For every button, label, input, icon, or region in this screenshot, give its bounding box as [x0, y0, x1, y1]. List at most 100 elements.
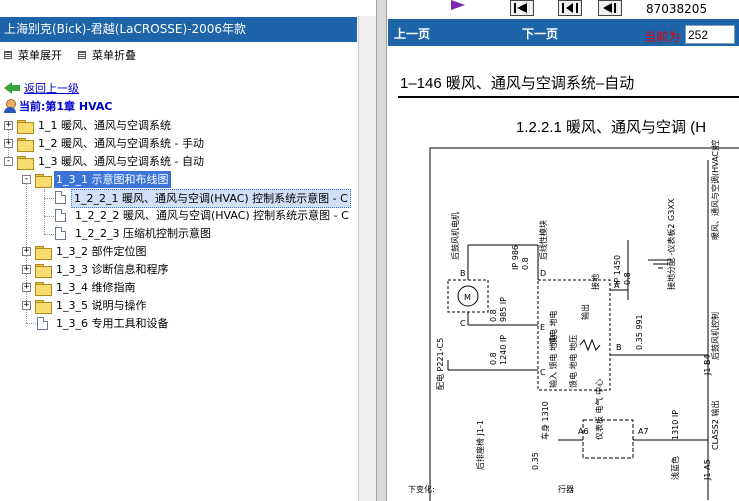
back-arrow-icon [4, 82, 20, 94]
tree-node-label[interactable]: 1_3_4 维修指南 [54, 279, 138, 296]
wire-label: 1240 IP [499, 335, 508, 365]
feed-label: 馈电 地电 地压 [568, 335, 578, 388]
pin-letter: C [460, 319, 466, 328]
left-scrollbar[interactable] [358, 16, 376, 501]
current-page-label: 当前为 [644, 30, 681, 44]
folder-icon [17, 120, 34, 134]
folder-icon [35, 300, 52, 314]
back-to-parent-link[interactable]: 返回上一级 [24, 80, 79, 96]
tree-node-label[interactable]: 1_2_2_1 暖风、通风与空调(HVAC) 控制系统示意图 - C [71, 189, 351, 208]
resistor [579, 338, 601, 352]
pin-label: A7 [638, 427, 649, 436]
tree-node-label[interactable]: 1_2_2_3 压缩机控制示意图 [73, 225, 213, 242]
tree-node-label[interactable]: 1_3_3 诊断信息和程序 [54, 261, 171, 278]
expand-toggle[interactable]: + [4, 121, 13, 130]
motor-label: M [464, 293, 471, 302]
collapse-toggle[interactable]: - [4, 157, 13, 166]
pin-letter: E [540, 323, 545, 332]
tree-node-label[interactable]: 1_3_1 示意图和布线图 [54, 171, 171, 188]
viewer-toolbar: 87038205 [388, 0, 739, 17]
document-viewer-pane: 87038205 上一页 下一页 当前为 1–146 暖风、通风与空调系统–自动… [388, 0, 739, 501]
document-section-title: 1.2.2.1 暖风、通风与空调 (H [516, 119, 707, 136]
expand-toggle[interactable]: + [22, 301, 31, 310]
wire-label: 0.35 [531, 452, 540, 470]
collapse-menu-button[interactable]: 菜单折叠 [78, 47, 136, 63]
book-title-bar: 上海别克(Bick)-君越(LaCROSSE)-2006年款 [0, 17, 357, 42]
footer-note: 行器 [558, 484, 574, 494]
rear-blower-control-label: 后鼓风机控制 [710, 312, 720, 360]
folder-icon [35, 282, 52, 296]
expand-menu-button[interactable]: 菜单展开 [4, 47, 62, 63]
current-page-input[interactable] [685, 25, 735, 44]
class2-label: CLASS2 输出 [710, 401, 720, 451]
left-navigation-pane: 上海别克(Bick)-君越(LaCROSSE)-2006年款 菜单展开 菜单折叠… [0, 0, 376, 501]
folder-icon [17, 156, 34, 170]
expand-menu-label: 菜单展开 [18, 49, 62, 62]
power-label: 配电 P221-C5 [435, 338, 445, 390]
prev-page-link[interactable]: 上一页 [394, 25, 430, 42]
pin-label: A6 [578, 427, 589, 436]
next-page-icon [603, 3, 616, 13]
wire-label: 0.8 [623, 272, 632, 285]
collapse-toggle[interactable]: - [22, 175, 31, 184]
expand-toggle[interactable]: + [22, 265, 31, 274]
tree-connector [44, 216, 54, 217]
folder-icon [17, 138, 34, 152]
expand-toggle[interactable]: + [22, 247, 31, 256]
next-page-link[interactable]: 下一页 [522, 25, 558, 42]
next-page-button[interactable] [598, 0, 622, 16]
pin-letter: B [616, 343, 622, 352]
wire-label: 0.8 [521, 257, 530, 270]
tree-node-label[interactable]: 1_1 暖风、通风与空调系统 [36, 117, 173, 134]
folder-icon [35, 264, 52, 278]
tree-node-label[interactable]: 1_2_2_2 暖风、通风与空调(HVAC) 控制系统示意图 - C [73, 207, 351, 224]
collapse-menu-label: 菜单折叠 [92, 49, 136, 62]
document-icon [37, 317, 48, 330]
pin-letter: C [540, 368, 546, 377]
output-label: 输出 [580, 304, 590, 320]
folder-open-icon [35, 174, 52, 188]
page-navigation-bar: 上一页 下一页 当前为 [388, 19, 739, 46]
pin-letter: B [460, 269, 466, 278]
prev-page-button[interactable] [558, 0, 582, 16]
user-icon [4, 99, 16, 113]
pane-splitter[interactable] [376, 0, 387, 501]
current-chapter: 当前:第1章 HVAC [4, 98, 112, 114]
ground-dist-label: 接地分配 -仪表板2 G3XX [666, 198, 676, 290]
header-divider [398, 96, 739, 98]
wire-label: 0.8 [489, 352, 498, 365]
wire-label: IP 986 [511, 245, 520, 270]
folder-icon [35, 246, 52, 260]
wire-label: 1310 IP [671, 410, 680, 440]
feed-label: 输入 馈电 地电 [548, 335, 558, 388]
bookmark-icon[interactable] [451, 0, 465, 10]
first-page-button[interactable] [510, 0, 534, 16]
menu-icon [78, 51, 86, 59]
connector-label: J1-A5 [703, 459, 712, 481]
left-top-strip [0, 0, 376, 16]
mode-module-label: 后线性模块 [538, 220, 548, 260]
tree-node-label[interactable]: 1_2 暖风、通风与空调系统 - 手动 [36, 135, 206, 152]
ip-center-label: 仪表板 电气 中心 [594, 379, 604, 440]
blower-label: 后鼓风机电机 [450, 212, 460, 260]
tree-node-label[interactable]: 1_3 暖风、通风与空调系统 - 自动 [36, 153, 206, 170]
tree-connector [26, 323, 36, 324]
connector-label: J1-B4 [703, 354, 712, 376]
wiring-diagram: M 后鼓风机电机 后线性模块 仪表板 电气 中心 IP 986 0.8 IP 1… [408, 140, 739, 501]
hvac-control-label: 暖风、通风与空调(HVAC)控制总成 [710, 140, 720, 240]
first-page-icon [514, 3, 527, 13]
tree-connector [44, 234, 54, 235]
tree-node-label[interactable]: 1_3_2 部件定位图 [54, 243, 149, 260]
pin-letter: D [540, 269, 546, 278]
document-icon [55, 227, 66, 240]
current-chapter-label: 当前:第1章 HVAC [19, 100, 113, 113]
wire-label: 0.8 [489, 309, 498, 322]
expand-toggle[interactable]: + [22, 283, 31, 292]
expand-toggle[interactable]: + [4, 139, 13, 148]
back-to-parent-row[interactable]: 返回上一级 [4, 80, 79, 96]
tree-node-label[interactable]: 1_3_6 专用工具和设备 [54, 315, 171, 332]
footer-note: 下变化: [408, 484, 435, 494]
tree-node-label[interactable]: 1_3_5 说明与操作 [54, 297, 149, 314]
tree-connector [44, 187, 45, 234]
document-icon [55, 191, 66, 204]
